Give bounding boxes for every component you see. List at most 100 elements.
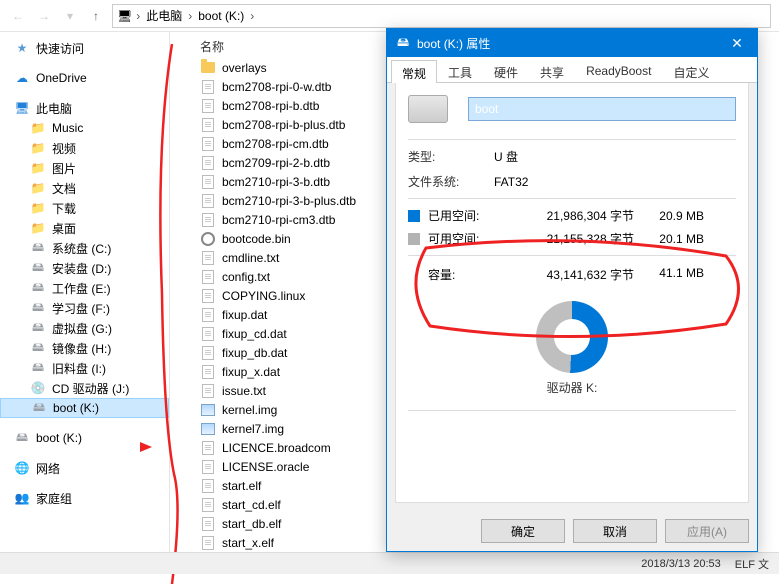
sidebar-item-label: 视频 — [52, 140, 76, 157]
file-icon — [200, 459, 216, 475]
file-name: fixup_x.dat — [222, 365, 280, 379]
file-icon — [200, 383, 216, 399]
file-icon — [200, 193, 216, 209]
sidebar-item-label: 桌面 — [52, 220, 76, 237]
sidebar-item-onedrive[interactable]: ☁OneDrive — [0, 68, 169, 88]
sidebar-item-videos[interactable]: 📁 视频 — [0, 138, 169, 158]
sidebar-item-olddisk[interactable]: 🖴旧料盘 (I:) — [0, 358, 169, 378]
apply-button[interactable]: 应用(A) — [665, 519, 749, 543]
drive-icon: 🖴 — [30, 260, 46, 276]
nav-recent-icon[interactable]: ▾ — [60, 6, 80, 26]
file-name: start.elf — [222, 479, 261, 493]
status-datetime: 2018/3/13 20:53 — [641, 558, 721, 570]
file-name: issue.txt — [222, 384, 266, 398]
file-icon — [200, 212, 216, 228]
sidebar-item-workdisk[interactable]: 🖴工作盘 (E:) — [0, 278, 169, 298]
breadcrumb-seg[interactable]: 此电脑 — [144, 7, 184, 24]
tab-general[interactable]: 常规 — [391, 60, 437, 83]
sidebar-item-label: 图片 — [52, 160, 76, 177]
disc-icon: 💿 — [30, 380, 46, 396]
sidebar-item-label: 快速访问 — [36, 40, 84, 57]
nav-forward-icon[interactable]: → — [34, 6, 54, 26]
file-icon — [200, 440, 216, 456]
file-name: fixup.dat — [222, 308, 267, 322]
tab-readyboost[interactable]: ReadyBoost — [575, 59, 662, 82]
file-name: bootcode.bin — [222, 232, 291, 246]
sidebar-item-label: 旧料盘 (I:) — [52, 360, 106, 377]
nav-back-icon[interactable]: ← — [8, 6, 28, 26]
drive-icon: 🖴 — [30, 240, 46, 256]
file-icon — [200, 79, 216, 95]
drive-icon: 🖴 — [30, 300, 46, 316]
file-icon — [200, 250, 216, 266]
chevron-right-icon: › — [188, 9, 192, 23]
cancel-button[interactable]: 取消 — [573, 519, 657, 543]
dialog-titlebar[interactable]: 🖴 boot (K:) 属性 ✕ — [387, 29, 757, 57]
file-name: start_x.elf — [222, 536, 274, 550]
drive-name-input[interactable] — [468, 97, 736, 121]
folder-icon: 📁 — [30, 200, 46, 216]
file-icon — [200, 98, 216, 114]
donut-label: 驱动器 K: — [408, 379, 736, 396]
file-name: start_cd.elf — [222, 498, 281, 512]
folder-icon: 📁 — [30, 120, 46, 136]
image-icon — [200, 421, 216, 437]
sidebar-item-downloads[interactable]: 📁下载 — [0, 198, 169, 218]
sidebar-item-imgdisk[interactable]: 🖴镜像盘 (H:) — [0, 338, 169, 358]
file-icon — [200, 117, 216, 133]
folder-icon: 📁 — [30, 180, 46, 196]
sidebar-item-label: 网络 — [36, 460, 60, 477]
sidebar-item-label: 家庭组 — [36, 490, 72, 507]
file-name: config.txt — [222, 270, 270, 284]
sidebar-item-quick-access[interactable]: ★快速访问 — [0, 38, 169, 58]
close-button[interactable]: ✕ — [717, 29, 757, 57]
file-name: bcm2708-rpi-b-plus.dtb — [222, 118, 345, 132]
drive-icon: 🖴 — [30, 340, 46, 356]
sidebar-item-label: 文档 — [52, 180, 76, 197]
file-icon — [200, 364, 216, 380]
chevron-right-icon: › — [136, 9, 140, 23]
file-name: COPYING.linux — [222, 289, 305, 303]
sidebar-item-label: CD 驱动器 (J:) — [52, 380, 129, 397]
file-icon — [200, 516, 216, 532]
nav-sidebar: ★快速访问 ☁OneDrive 🖥此电脑 📁Music 📁视频 📁图片 📁文档 … — [0, 32, 170, 552]
image-icon — [200, 402, 216, 418]
tab-tools[interactable]: 工具 — [437, 59, 483, 82]
sidebar-item-documents[interactable]: 📁 文档 — [0, 178, 169, 198]
folder-icon: 📁 — [30, 140, 46, 156]
breadcrumb-seg[interactable]: boot (K:) — [196, 9, 246, 23]
sidebar-item-vmdisk[interactable]: 🖴虚拟盘 (G:) — [0, 318, 169, 338]
drive-icon: 🖴 — [30, 320, 46, 336]
sidebar-item-sysdisk[interactable]: 🖴系统盘 (C:) — [0, 238, 169, 258]
file-name: overlays — [222, 61, 267, 75]
tab-sharing[interactable]: 共享 — [529, 59, 575, 82]
file-name: kernel.img — [222, 403, 277, 417]
nav-up-icon[interactable]: ↑ — [86, 6, 106, 26]
file-name: fixup_cd.dat — [222, 327, 287, 341]
sidebar-item-desktop[interactable]: 📁桌面 — [0, 218, 169, 238]
file-name: LICENSE.oracle — [222, 460, 309, 474]
file-name: bcm2708-rpi-b.dtb — [222, 99, 319, 113]
sidebar-item-studydisk[interactable]: 🖴学习盘 (F:) — [0, 298, 169, 318]
file-name: fixup_db.dat — [222, 346, 287, 360]
sidebar-item-cddrive[interactable]: 💿 CD 驱动器 (J:) — [0, 378, 169, 398]
sidebar-item-installdisk[interactable]: 🖴 安装盘 (D:) — [0, 258, 169, 278]
free-bytes: 21,155,328 字节 — [504, 230, 634, 247]
sidebar-item-label: 此电脑 — [36, 100, 72, 117]
free-label: 可用空间: — [428, 230, 504, 247]
fs-value: FAT32 — [494, 175, 528, 189]
sidebar-item-label: 安装盘 (D:) — [52, 260, 111, 277]
sidebar-item-pictures[interactable]: 📁图片 — [0, 158, 169, 178]
sidebar-item-network[interactable]: 🌐网络 — [0, 458, 169, 478]
ok-button[interactable]: 确定 — [481, 519, 565, 543]
file-icon — [200, 326, 216, 342]
tab-custom[interactable]: 自定义 — [662, 59, 720, 82]
sidebar-item-music[interactable]: 📁Music — [0, 118, 169, 138]
sidebar-item-homegroup[interactable]: 👥家庭组 — [0, 488, 169, 508]
file-icon — [200, 174, 216, 190]
sidebar-item-boot-k[interactable]: 🖴boot (K:) — [0, 398, 169, 418]
breadcrumb[interactable]: 🖥 › 此电脑 › boot (K:) › — [112, 4, 771, 28]
sidebar-item-thispc[interactable]: 🖥 此电脑 — [0, 98, 169, 118]
tab-hardware[interactable]: 硬件 — [483, 59, 529, 82]
pc-icon: 🖥 — [14, 100, 30, 116]
